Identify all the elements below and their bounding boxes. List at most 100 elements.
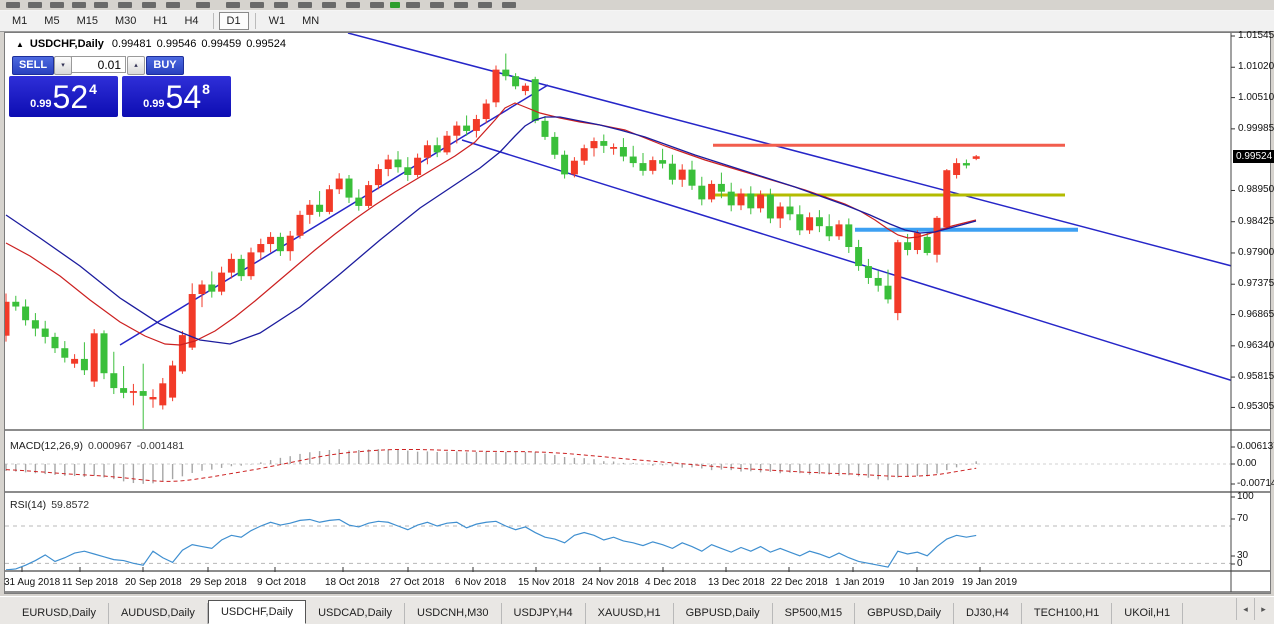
toolbar-separator xyxy=(213,13,214,29)
collapse-panel-icon[interactable]: ▲ xyxy=(16,40,24,49)
tab-usdcnh-m30[interactable]: USDCNH,M30 xyxy=(405,603,502,624)
price-axis-label: 0.99985 xyxy=(1238,123,1274,134)
date-axis-label: 31 Aug 2018 xyxy=(4,577,60,588)
toolbar-fragment xyxy=(226,2,240,8)
macd-signal-value: -0.001481 xyxy=(137,440,184,452)
top-toolbar-strip xyxy=(0,0,1274,11)
toolbar-fragment xyxy=(346,2,360,8)
timeframe-button-h1[interactable]: H1 xyxy=(145,12,175,30)
date-axis-label: 27 Oct 2018 xyxy=(390,577,444,588)
rsi-name: RSI(14) xyxy=(10,499,46,511)
tab-usdcad-daily[interactable]: USDCAD,Daily xyxy=(306,603,405,624)
date-axis-label: 22 Dec 2018 xyxy=(771,577,828,588)
toolbar-fragment xyxy=(430,2,444,8)
timeframe-button-m30[interactable]: M30 xyxy=(107,12,144,30)
date-axis-label: 4 Dec 2018 xyxy=(645,577,696,588)
price-axis-label: 1.00510 xyxy=(1238,92,1274,103)
tab-gbpusd-daily[interactable]: GBPUSD,Daily xyxy=(674,603,773,624)
toolbar-fragment xyxy=(28,2,42,8)
current-price-label: 0.99524 xyxy=(1233,150,1274,163)
date-axis-label: 6 Nov 2018 xyxy=(455,577,506,588)
sell-price-small: 0.99 xyxy=(30,98,51,110)
tab-eurusd-daily[interactable]: EURUSD,Daily xyxy=(10,603,109,624)
toolbar-fragment-green xyxy=(390,2,400,8)
rsi-axis-label: 0 xyxy=(1237,558,1243,569)
sell-price-box[interactable]: 0.99 52 4 xyxy=(9,76,118,117)
price-axis-label: 0.95305 xyxy=(1238,401,1274,412)
volume-decrease-button[interactable]: ▾ xyxy=(54,56,72,75)
tab-xauusd-h1[interactable]: XAUUSD,H1 xyxy=(586,603,674,624)
buy-price-box[interactable]: 0.99 54 8 xyxy=(122,76,231,117)
toolbar-fragment xyxy=(72,2,86,8)
toolbar-fragment xyxy=(298,2,312,8)
macd-name: MACD(12,26,9) xyxy=(10,440,83,452)
tab-scroll-right-icon[interactable]: ▸ xyxy=(1254,598,1272,620)
tab-usdchf-daily[interactable]: USDCHF,Daily xyxy=(208,600,306,624)
tab-tech100-h1[interactable]: TECH100,H1 xyxy=(1022,603,1112,624)
macd-indicator-label: MACD(12,26,9) 0.000967 -0.001481 xyxy=(10,440,184,452)
sell-price-big: 52 xyxy=(53,79,89,115)
date-axis-label: 29 Sep 2018 xyxy=(190,577,247,588)
tab-scroll-left-icon[interactable]: ◂ xyxy=(1236,598,1254,620)
ohlc-close: 0.99524 xyxy=(246,38,286,50)
date-axis-label: 1 Jan 2019 xyxy=(835,577,885,588)
ohlc-low: 0.99459 xyxy=(201,38,241,50)
rsi-axis-label: 100 xyxy=(1237,491,1254,502)
rsi-value: 59.8572 xyxy=(51,499,89,511)
toolbar-fragment xyxy=(478,2,492,8)
tab-scroll-buttons: ◂ ▸ xyxy=(1236,598,1272,620)
toolbar-fragment xyxy=(6,2,20,8)
toolbar-fragment xyxy=(94,2,108,8)
chart-symbol: USDCHF,Daily xyxy=(30,38,104,50)
toolbar-fragment xyxy=(166,2,180,8)
toolbar-fragment xyxy=(250,2,264,8)
tab-gbpusd-daily[interactable]: GBPUSD,Daily xyxy=(855,603,954,624)
date-axis-label: 15 Nov 2018 xyxy=(518,577,575,588)
date-axis-label: 24 Nov 2018 xyxy=(582,577,639,588)
toolbar-fragment xyxy=(454,2,468,8)
rsi-axis-label: 70 xyxy=(1237,513,1248,524)
toolbar-fragment xyxy=(370,2,384,8)
macd-axis-label: 0.006137 xyxy=(1237,441,1274,452)
date-axis-label: 10 Jan 2019 xyxy=(899,577,954,588)
toolbar-fragment xyxy=(322,2,336,8)
toolbar-fragment xyxy=(406,2,420,8)
tab-sp500-m15[interactable]: SP500,M15 xyxy=(773,603,855,624)
tab-usdjpy-h4[interactable]: USDJPY,H4 xyxy=(502,603,586,624)
timeframe-button-w1[interactable]: W1 xyxy=(261,12,294,30)
timeframe-toolbar: M1M5M15M30H1H4 D1 W1MN xyxy=(0,11,1274,32)
timeframe-button-mn[interactable]: MN xyxy=(294,12,327,30)
volume-input[interactable] xyxy=(71,56,126,73)
timeframe-button-m1[interactable]: M1 xyxy=(4,12,35,30)
price-axis-label: 0.97900 xyxy=(1238,247,1274,258)
toolbar-fragment xyxy=(50,2,64,8)
timeframe-button-h4[interactable]: H4 xyxy=(176,12,206,30)
toolbar-fragment xyxy=(142,2,156,8)
price-axis-label: 0.96865 xyxy=(1238,309,1274,320)
macd-axis-label: -0.007142 xyxy=(1237,478,1274,489)
timeframe-button-m5[interactable]: M5 xyxy=(36,12,67,30)
sell-button[interactable]: SELL xyxy=(12,56,54,75)
price-axis-label: 0.96340 xyxy=(1238,340,1274,351)
tab-ukoil-h1[interactable]: UKOil,H1 xyxy=(1112,603,1183,624)
buy-button[interactable]: BUY xyxy=(146,56,184,75)
buy-price-sup: 8 xyxy=(202,81,210,97)
price-axis-label: 1.01020 xyxy=(1238,61,1274,72)
timeframe-button-m15[interactable]: M15 xyxy=(69,12,106,30)
price-axis-label: 0.95815 xyxy=(1238,371,1274,382)
sell-price-sup: 4 xyxy=(89,81,97,97)
tab-audusd-daily[interactable]: AUDUSD,Daily xyxy=(109,603,208,624)
volume-increase-button[interactable]: ▴ xyxy=(127,56,145,75)
date-axis-label: 19 Jan 2019 xyxy=(962,577,1017,588)
toolbar-fragment xyxy=(274,2,288,8)
toolbar-fragment xyxy=(118,2,132,8)
timeframe-button-d1[interactable]: D1 xyxy=(219,12,249,30)
buy-price-big: 54 xyxy=(166,79,202,115)
tab-dj30-h4[interactable]: DJ30,H4 xyxy=(954,603,1022,624)
price-axis-label: 1.01545 xyxy=(1238,30,1274,41)
price-axis-label: 0.98425 xyxy=(1238,216,1274,227)
macd-axis-label: 0.00 xyxy=(1237,458,1256,469)
rsi-indicator-label: RSI(14) 59.8572 xyxy=(10,499,89,511)
date-axis-label: 18 Oct 2018 xyxy=(325,577,379,588)
macd-main-value: 0.000967 xyxy=(88,440,132,452)
